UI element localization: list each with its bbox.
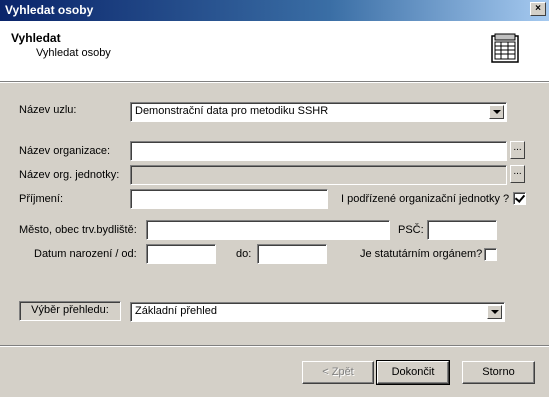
header-separator [0,82,549,83]
surname-label: Příjmení: [19,193,64,205]
zip-field[interactable] [427,220,497,240]
overview-label: Výběr přehledu: [19,301,121,321]
overview-select[interactable]: Základní přehled [130,302,505,322]
page-title: Vyhledat [11,31,61,45]
footer-separator [0,345,549,347]
node-label: Název uzlu: [19,104,77,116]
finish-button[interactable]: Dokončit [376,360,450,385]
org-unit-field[interactable] [130,165,507,185]
zip-label: PSČ: [398,224,424,236]
birth-from-label: Datum narození / od: [34,248,137,260]
form-icon [491,33,519,63]
cancel-button[interactable]: Storno [462,361,535,384]
node-select-value: Demonstrační data pro metodiku SSHR [135,105,329,117]
statutory-checkbox[interactable] [484,248,497,261]
overview-select-value: Základní přehled [135,305,217,317]
close-button[interactable]: × [530,2,546,16]
sub-units-checkbox[interactable] [513,192,526,205]
surname-field[interactable] [130,189,328,209]
org-unit-browse-button[interactable]: ... [510,165,525,183]
birth-to-field[interactable] [257,244,327,264]
org-browse-button[interactable]: ... [510,141,525,159]
chevron-down-icon[interactable] [489,105,504,119]
page-subtitle: Vyhledat osoby [36,47,111,59]
statutory-label: Je statutárním orgánem? [360,248,483,260]
window-title: Vyhledat osoby [5,3,94,17]
chevron-down-icon[interactable] [487,305,502,319]
birth-from-field[interactable] [146,244,216,264]
node-select[interactable]: Demonstrační data pro metodiku SSHR [130,102,507,122]
org-label: Název organizace: [19,145,111,157]
city-field[interactable] [146,220,390,240]
sub-units-label: I podřízené organizační jednotky ? [341,193,510,205]
city-label: Město, obec trv.bydliště: [19,224,137,236]
back-button[interactable]: < Zpět [302,361,374,384]
org-unit-label: Název org. jednotky: [19,169,120,181]
title-bar: Vyhledat osoby × [0,0,549,21]
org-field[interactable] [130,141,507,161]
birth-to-label: do: [236,248,252,260]
